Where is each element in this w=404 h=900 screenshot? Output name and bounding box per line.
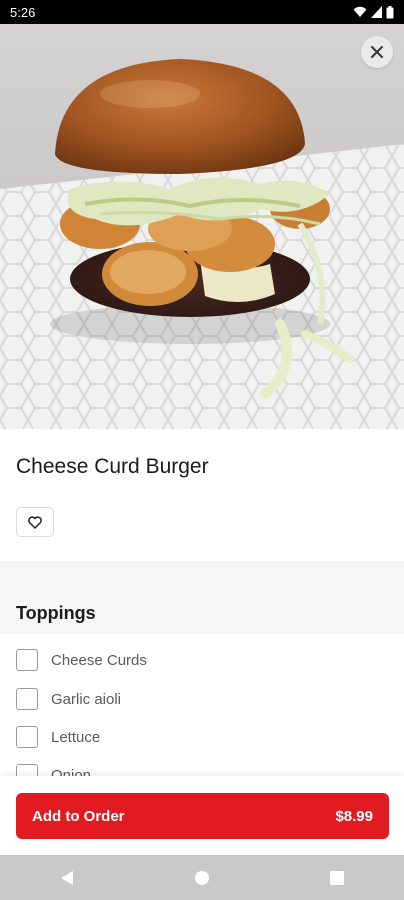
- add-to-order-label: Add to Order: [32, 807, 125, 825]
- nav-back-button[interactable]: [37, 858, 97, 898]
- option-label: Cheese Curds: [51, 651, 147, 669]
- nav-home-button[interactable]: [172, 858, 232, 898]
- topping-option[interactable]: Lettuce: [16, 722, 100, 752]
- status-time: 5:26: [10, 4, 36, 20]
- product-title: Cheese Curd Burger: [16, 455, 209, 478]
- battery-icon: [386, 5, 394, 18]
- checkbox[interactable]: [16, 726, 38, 748]
- home-icon: [194, 870, 209, 885]
- close-icon: [371, 46, 383, 58]
- nav-recents-button[interactable]: [307, 858, 367, 898]
- status-icons: [353, 5, 394, 19]
- product-image: [0, 24, 404, 429]
- recents-icon: [329, 870, 344, 885]
- option-label: Garlic aioli: [51, 690, 122, 708]
- checkbox[interactable]: [16, 649, 38, 671]
- system-nav-bar: [0, 855, 404, 900]
- topping-option[interactable]: Garlic aioli: [16, 684, 121, 714]
- heart-icon: [28, 515, 42, 529]
- option-label: Lettuce: [51, 728, 101, 746]
- topping-option[interactable]: Cheese Curds: [16, 645, 147, 675]
- favorite-button[interactable]: [16, 507, 54, 537]
- checkbox[interactable]: [16, 688, 38, 710]
- close-button[interactable]: [361, 36, 393, 68]
- status-bar: 5:26: [0, 0, 404, 24]
- section-title-toppings: Toppings: [16, 603, 96, 623]
- price-label: $8.99: [335, 807, 373, 825]
- wifi-icon: [353, 6, 367, 17]
- order-bar: Add to Order $8.99: [0, 776, 404, 855]
- add-to-order-button[interactable]: Add to Order $8.99: [16, 793, 389, 839]
- back-icon: [61, 870, 74, 885]
- signal-icon: [371, 6, 382, 18]
